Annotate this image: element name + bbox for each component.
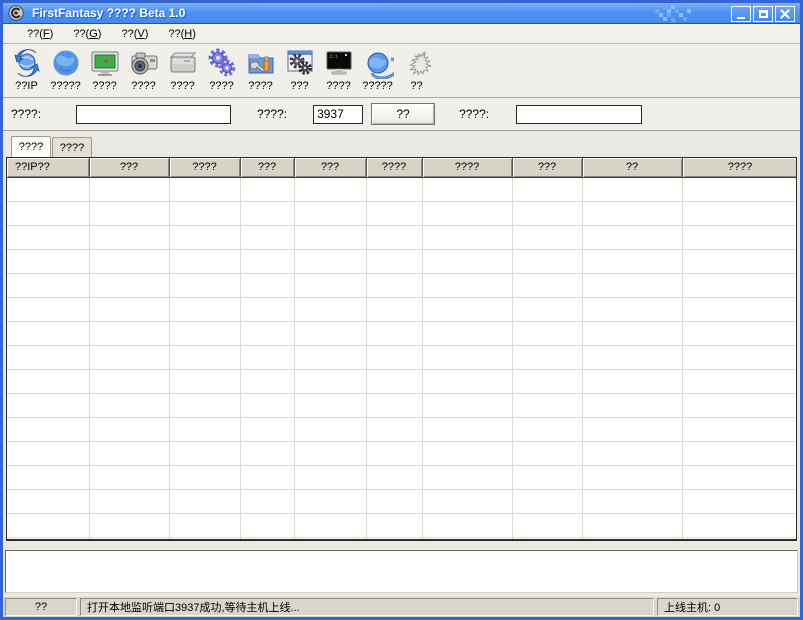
column-header[interactable]: ??? <box>240 158 294 177</box>
toolbar-label: ???? <box>170 80 194 92</box>
menu-file[interactable]: ??(F) <box>17 26 63 42</box>
tabstrip: ???? ???? <box>3 131 800 157</box>
toolbar-label: ????? <box>362 80 393 92</box>
toolbar-button-camera[interactable]: ???? <box>124 46 163 96</box>
toolbar-button-refresh-ip[interactable]: ??IP <box>7 46 46 96</box>
column-header[interactable]: ?? <box>582 158 682 177</box>
statusbar: ?? 打开本地监听端口3937成功,等待主机上线... 上线主机: 0 <box>3 597 800 617</box>
table-empty-row <box>7 369 797 393</box>
log-output[interactable] <box>5 550 798 593</box>
table-empty-row <box>7 201 797 225</box>
column-header[interactable]: ???? <box>422 158 512 177</box>
toolbar-button-files[interactable]: ???? <box>163 46 202 96</box>
menubar: ??(F) ??(G) ??(V) ??(H) <box>3 24 800 44</box>
domain-label: ????: <box>11 107 41 121</box>
screen-view-icon <box>89 47 121 79</box>
tab-hosts[interactable]: ???? <box>11 136 51 157</box>
table-empty-row <box>7 177 797 201</box>
refresh-ip-icon <box>11 47 43 79</box>
host-table-body <box>7 177 797 541</box>
maximize-button[interactable] <box>753 6 773 22</box>
app-logo-icon <box>8 5 24 21</box>
table-empty-row <box>7 537 797 541</box>
toolbar-label: ??IP <box>15 80 38 92</box>
status-message: 打开本地监听端口3937成功,等待主机上线... <box>80 598 654 616</box>
folder-tools-icon <box>245 47 277 79</box>
process-window-icon <box>284 47 316 79</box>
window-title: FirstFantasy ???? Beta 1.0 <box>32 6 185 20</box>
internet-update-icon <box>362 47 394 79</box>
note-label: ????: <box>459 107 489 121</box>
minimize-button[interactable] <box>731 6 751 22</box>
window-controls <box>731 6 795 22</box>
table-empty-row <box>7 393 797 417</box>
toolbar-button-about[interactable]: ?? <box>397 46 436 96</box>
table-empty-row <box>7 297 797 321</box>
table-empty-row <box>7 321 797 345</box>
toolbar-button-network[interactable]: ????? <box>46 46 85 96</box>
menu-help[interactable]: ??(H) <box>158 26 206 42</box>
network-globe-icon <box>50 47 82 79</box>
domain-input[interactable] <box>76 105 231 124</box>
listen-button[interactable]: ?? <box>371 103 435 125</box>
table-empty-row <box>7 249 797 273</box>
toolbar-button-terminal[interactable]: C:\ ???? <box>319 46 358 96</box>
column-header[interactable]: ???? <box>682 158 797 177</box>
titlebar-mosaic-decoration <box>655 5 697 22</box>
toolbar-label: ?? <box>410 80 422 92</box>
app-window: FirstFantasy ???? Beta 1.0 ??(F) ??(G) ?… <box>0 0 803 620</box>
status-left: ?? <box>5 598 77 616</box>
file-drive-icon <box>167 47 199 79</box>
column-header[interactable]: ??? <box>512 158 582 177</box>
minimize-icon <box>737 17 745 19</box>
gears-icon <box>206 47 238 79</box>
tab-settings[interactable]: ???? <box>52 137 92 157</box>
menu-view[interactable]: ??(V) <box>111 26 158 42</box>
table-empty-row <box>7 273 797 297</box>
toolbar-button-services[interactable]: ???? <box>202 46 241 96</box>
host-table[interactable]: ??IP?? ??? ???? ??? ??? ???? ???? ??? ??… <box>6 157 797 541</box>
toolbar-label: ????? <box>50 80 81 92</box>
note-input[interactable] <box>516 105 642 124</box>
toolbar-button-process[interactable]: ??? <box>280 46 319 96</box>
svg-text:C:\: C:\ <box>330 54 338 60</box>
toolbar-button-tools[interactable]: ???? <box>241 46 280 96</box>
column-header[interactable]: ??IP?? <box>7 158 89 177</box>
toolbar-label: ???? <box>326 80 350 92</box>
table-empty-row <box>7 513 797 537</box>
menu-settings[interactable]: ??(G) <box>63 26 111 42</box>
table-empty-row <box>7 417 797 441</box>
toolbar-label: ???? <box>92 80 116 92</box>
table-empty-row <box>7 345 797 369</box>
column-header[interactable]: ??? <box>89 158 169 177</box>
toolbar-button-screen[interactable]: ???? <box>85 46 124 96</box>
toolbar-label: ??? <box>290 80 308 92</box>
table-header-row: ??IP?? ??? ???? ??? ??? ???? ???? ??? ??… <box>7 158 797 177</box>
maximize-icon <box>759 10 768 18</box>
port-label: ????: <box>257 107 287 121</box>
toolbar-label: ???? <box>248 80 272 92</box>
toolbar-button-update[interactable]: ????? <box>358 46 397 96</box>
connection-form: ????: ????: ?? ????: <box>3 98 800 131</box>
titlebar[interactable]: FirstFantasy ???? Beta 1.0 <box>3 3 800 24</box>
table-empty-row <box>7 225 797 249</box>
terminal-icon: C:\ <box>323 47 355 79</box>
table-empty-row <box>7 465 797 489</box>
close-button[interactable] <box>775 6 795 22</box>
toolbar: ??IP ????? ???? <box>3 44 800 98</box>
column-header[interactable]: ???? <box>366 158 422 177</box>
port-input[interactable] <box>313 105 363 124</box>
toolbar-label: ???? <box>209 80 233 92</box>
table-empty-row <box>7 489 797 513</box>
column-header[interactable]: ??? <box>294 158 366 177</box>
column-header[interactable]: ???? <box>169 158 240 177</box>
table-empty-row <box>7 441 797 465</box>
status-online-hosts: 上线主机: 0 <box>657 598 798 616</box>
toolbar-label: ???? <box>131 80 155 92</box>
close-icon <box>780 9 790 19</box>
camera-icon <box>128 47 160 79</box>
dragon-icon <box>401 47 433 79</box>
